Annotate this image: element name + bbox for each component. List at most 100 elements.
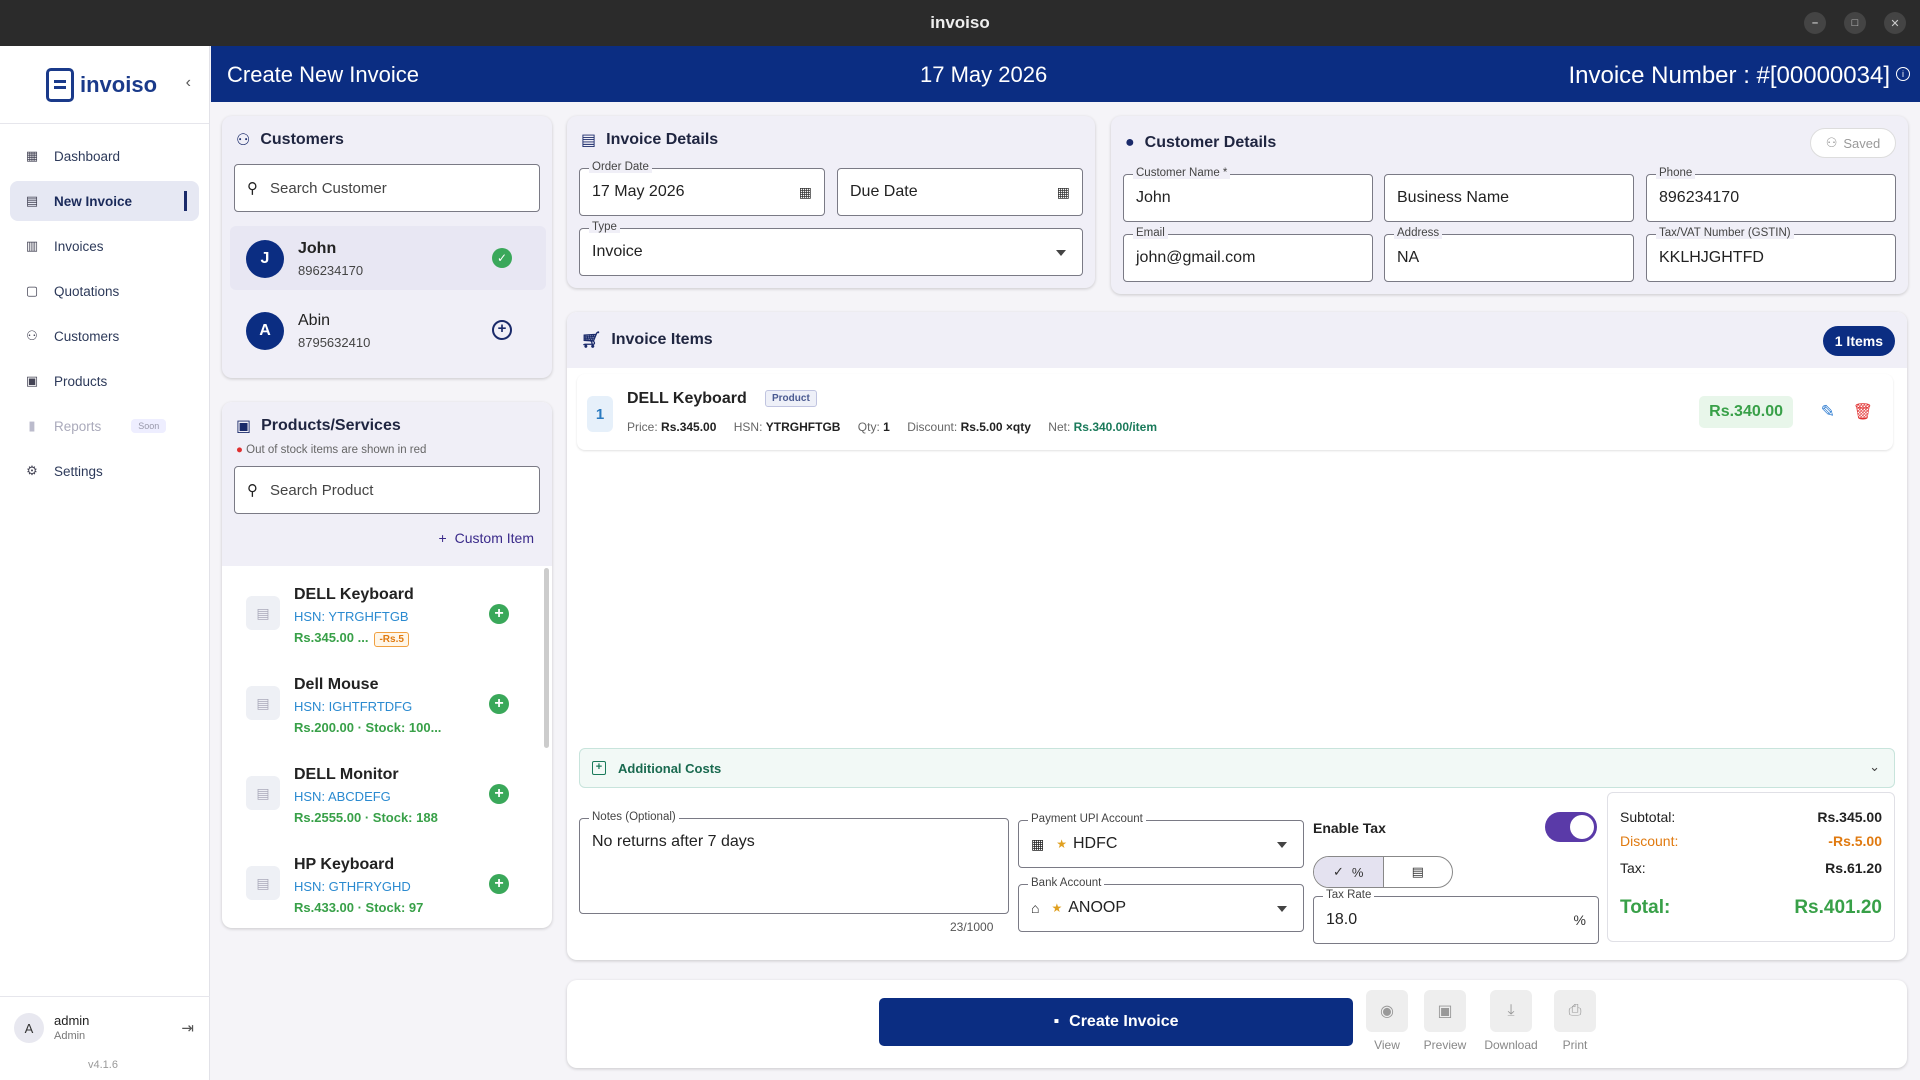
enable-tax-toggle[interactable]: [1545, 812, 1597, 842]
chevron-down-icon: [1277, 841, 1287, 848]
create-invoice-button[interactable]: ▪ Create Invoice: [879, 998, 1353, 1046]
total-label: Total:: [1620, 897, 1671, 918]
sidebar-item-settings[interactable]: ⚙ Settings: [10, 451, 199, 491]
discount-label: Discount:: [1620, 833, 1679, 849]
due-date-field[interactable]: Due Date ▦: [837, 168, 1083, 216]
invoice-number: Invoice Number : #[00000034]: [1568, 62, 1890, 89]
qty-value: 1: [883, 420, 890, 434]
product-item[interactable]: ▤ HP Keyboard HSN: GTHFRYGHD Rs.433.00 ·…: [222, 838, 540, 928]
sidebar-item-products[interactable]: ▣ Products: [10, 361, 199, 401]
delete-icon[interactable]: 🗑︎: [1853, 402, 1873, 422]
subtotal-row: Subtotal: Rs.345.00: [1620, 809, 1882, 825]
tax-mode-table[interactable]: ▤: [1384, 857, 1453, 887]
view-button[interactable]: ◉ View: [1357, 990, 1417, 1052]
email-field[interactable]: Email john@gmail.com: [1123, 227, 1373, 282]
info-icon[interactable]: i: [1896, 67, 1910, 81]
customer-phone: 8795632410: [298, 335, 371, 350]
bank-account-select[interactable]: Bank Account ⌂ ★ ANOOP: [1018, 877, 1304, 932]
customer-row-john[interactable]: J John 896234170 ✓: [230, 226, 546, 290]
search-product-input[interactable]: ⚲ Search Product: [234, 466, 540, 514]
create-invoice-label: Create Invoice: [1069, 1013, 1179, 1030]
avatar: A: [246, 312, 284, 350]
app-version: v4.1.6: [88, 1059, 118, 1071]
close-icon[interactable]: ✕: [1884, 12, 1906, 34]
address-field[interactable]: Address NA: [1384, 227, 1634, 282]
calendar-icon[interactable]: ▦: [799, 184, 812, 201]
net-value: Rs.340.00/item: [1073, 420, 1158, 434]
tax-mode-percent[interactable]: ✓%: [1314, 857, 1384, 887]
tax-number-field[interactable]: Tax/VAT Number (GSTIN) KKLHJGHTFD: [1646, 227, 1896, 282]
additional-costs-expander[interactable]: + Additional Costs ⌄: [579, 748, 1895, 788]
scrollbar[interactable]: [544, 568, 549, 748]
type-select[interactable]: Type Invoice: [579, 221, 1083, 276]
product-name: HP Keyboard: [294, 856, 395, 873]
customer-details-panel: ● Customer Details ⚇ Saved Customer Name …: [1111, 116, 1908, 294]
business-name-field[interactable]: Business Name: [1384, 174, 1634, 222]
sidebar-item-new-invoice[interactable]: ▤ New Invoice: [10, 181, 199, 221]
product-item[interactable]: ▤ DELL Keyboard HSN: YTRGHFTGB Rs.345.00…: [222, 568, 540, 658]
sidebar-item-customers[interactable]: ⚇ Customers: [10, 316, 199, 356]
preview-button[interactable]: ▣ Preview: [1415, 990, 1475, 1052]
archive-icon: ▤: [246, 686, 280, 720]
sidebar-item-invoices[interactable]: ▥ Invoices: [10, 226, 199, 266]
invoice-summary: Subtotal: Rs.345.00 Discount: -Rs.5.00 T…: [1607, 792, 1895, 942]
invoice-details-panel: ▤ Invoice Details Order Date 17 May 2026…: [567, 116, 1095, 288]
saved-button[interactable]: ⚇ Saved: [1810, 128, 1896, 158]
customer-row-abin[interactable]: A Abin 8795632410 +: [230, 298, 546, 362]
header-date: 17 May 2026: [920, 62, 1048, 87]
custom-item-button[interactable]: + Custom Item: [438, 530, 534, 546]
sidebar-item-reports: ▮ Reports Soon: [10, 406, 199, 446]
tax-label: Tax:: [1620, 860, 1646, 876]
add-product-icon[interactable]: +: [489, 784, 509, 804]
archive-icon: ▤: [246, 866, 280, 900]
sidebar-item-label: Invoices: [54, 238, 104, 254]
download-button[interactable]: ⤓ Download: [1481, 990, 1541, 1052]
product-item[interactable]: ▤ Dell Mouse HSN: IGHTFRTDFG Rs.200.00 ·…: [222, 658, 540, 748]
tax-mode-percent-label: %: [1351, 864, 1364, 880]
calendar-icon[interactable]: ▦: [1057, 184, 1070, 201]
invoice-items-header: [567, 312, 1907, 368]
brand-logo: invoiso ‹: [0, 46, 209, 124]
maximize-icon[interactable]: □: [1844, 12, 1866, 34]
invoice-line-item[interactable]: 1 DELL Keyboard Product Price: Rs.345.00…: [577, 374, 1893, 450]
add-product-icon[interactable]: +: [489, 874, 509, 894]
minimize-icon[interactable]: –: [1804, 12, 1826, 34]
sidebar-item-dashboard[interactable]: ▦ Dashboard: [10, 136, 199, 176]
qty-label: Qty:: [857, 420, 880, 434]
tax-rate-field[interactable]: Tax Rate 18.0 %: [1313, 889, 1599, 944]
saved-label: Saved: [1843, 135, 1881, 151]
brand-name: invoiso: [80, 71, 158, 97]
add-customer-icon[interactable]: +: [492, 320, 512, 340]
tax-rate-label: Tax Rate: [1323, 889, 1375, 901]
customers-title: ⚇ Customers: [236, 130, 344, 150]
sidebar-item-quotations[interactable]: ▢ Quotations: [10, 271, 199, 311]
customer-name-field[interactable]: Customer Name * John: [1123, 167, 1373, 222]
logout-icon[interactable]: ⇥: [181, 1019, 194, 1037]
notes-field[interactable]: Notes (Optional) No returns after 7 days: [579, 811, 1009, 914]
box-icon: ▣: [25, 373, 39, 388]
phone-field[interactable]: Phone 896234170: [1646, 167, 1896, 222]
address-value: NA: [1397, 249, 1420, 266]
customers-panel: ⚇ Customers ⚲ Search Customer J John 896…: [222, 116, 552, 378]
edit-icon[interactable]: ✎: [1821, 402, 1835, 422]
user-role: Admin: [54, 1030, 86, 1042]
print-icon: ⎙: [1554, 990, 1596, 1032]
business-name-placeholder: Business Name: [1397, 189, 1510, 206]
payment-upi-select[interactable]: Payment UPI Account ▦ ★ HDFC: [1018, 813, 1304, 868]
add-product-icon[interactable]: +: [489, 604, 509, 624]
order-date-label: Order Date: [589, 161, 652, 173]
collapse-sidebar-icon[interactable]: ‹: [186, 74, 191, 92]
product-item[interactable]: ▤ DELL Monitor HSN: ABCDEFG Rs.2555.00 ·…: [222, 748, 540, 838]
print-button[interactable]: ⎙ Print: [1545, 990, 1605, 1052]
logo-icon: [46, 67, 74, 102]
tax-mode-toggle[interactable]: ✓% ▤: [1313, 856, 1453, 888]
add-product-icon[interactable]: +: [489, 694, 509, 714]
avatar: A: [14, 1013, 44, 1043]
search-customer-input[interactable]: ⚲ Search Customer: [234, 164, 540, 212]
search-customer-placeholder: Search Customer: [270, 179, 387, 197]
quote-icon: ▢: [25, 283, 39, 298]
customer-details-title-text: Customer Details: [1144, 134, 1277, 151]
soon-badge: Soon: [131, 419, 167, 433]
line-item-name: DELL Keyboard: [627, 390, 747, 407]
order-date-field[interactable]: Order Date 17 May 2026 ▦: [579, 161, 825, 216]
